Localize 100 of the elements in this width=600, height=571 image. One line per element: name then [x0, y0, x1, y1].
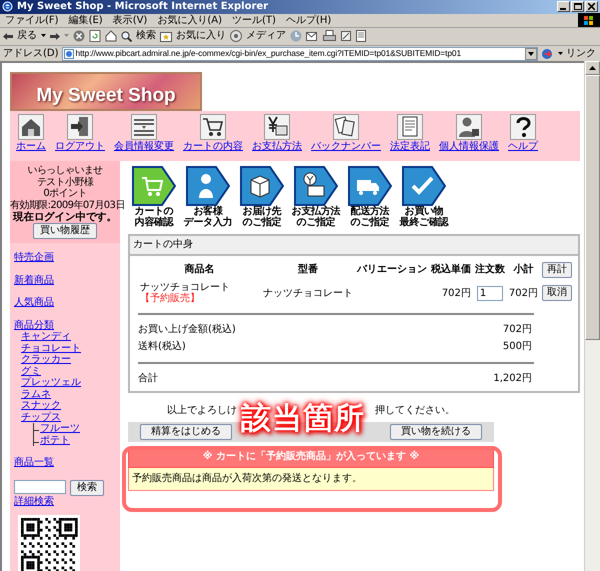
nav-link[interactable]: 会員情報変更 [114, 141, 174, 153]
scroll-up-button[interactable] [585, 61, 600, 76]
scroll-thumb[interactable] [585, 75, 600, 340]
address-field[interactable]: http://www.pibcart.admiral.ne.jp/e-commex/cgi-bin/ex_purchase_item.cgi?ITEMID=tp01&SUBITEMID=tp01 [62, 46, 538, 60]
cart-icon[interactable] [200, 114, 226, 140]
minimize-button[interactable] [557, 1, 570, 12]
mail-icon[interactable] [306, 30, 319, 42]
column-header: 小計 [512, 262, 534, 278]
menu-item[interactable]: ファイル(F) [0, 14, 64, 26]
nav-link[interactable]: お支払方法 [252, 141, 302, 153]
category-link[interactable]: プレッツェル [21, 377, 81, 388]
subtotal: 702円 [508, 288, 538, 299]
product-model: ナッツチョコレート [262, 288, 353, 299]
step-label: お買い物 [404, 206, 444, 218]
person-lock-icon[interactable] [456, 114, 482, 140]
step-label: のご指定 [350, 217, 390, 228]
search-toolbar-button[interactable]: 検索 [121, 30, 156, 42]
yen-card-icon[interactable] [264, 114, 290, 140]
continue-shopping-button[interactable]: 買い物を続ける [390, 424, 482, 440]
search-icon [121, 30, 132, 42]
member-card-icon[interactable] [131, 114, 157, 140]
stop-icon[interactable] [73, 30, 85, 42]
maximize-icon [574, 3, 582, 10]
category-link[interactable]: 商品分類 [14, 320, 54, 331]
back-button[interactable]: 戻る [3, 30, 37, 42]
nav-link[interactable]: ホーム [16, 141, 46, 153]
browser-icon [2, 1, 13, 12]
category-link[interactable]: 人気商品 [14, 297, 54, 308]
nav-link[interactable]: カートの内容 [183, 141, 243, 153]
instruction-text: 押してください。 [375, 405, 455, 417]
go-icon[interactable] [541, 48, 555, 60]
search-button[interactable]: 検索 [70, 480, 104, 496]
column-header: 注文数 [474, 262, 506, 278]
refresh-icon[interactable] [89, 30, 101, 42]
caret-icon[interactable] [41, 34, 46, 38]
forward-arrow-icon[interactable] [50, 32, 60, 41]
category-link[interactable]: 新着商品 [14, 274, 54, 286]
close-icon [588, 3, 595, 10]
category-link[interactable]: グミ [21, 366, 41, 377]
question-mark-icon[interactable] [510, 114, 536, 140]
nav-link[interactable]: ログアウト [55, 141, 105, 153]
nav-link[interactable]: バックナンバー [311, 141, 381, 153]
category-link[interactable]: チョコレート [21, 342, 81, 354]
menu-item[interactable]: ヘルプ(H) [280, 14, 336, 26]
category-link[interactable]: スナック [21, 400, 61, 412]
menu-item[interactable]: ツール(T) [227, 14, 281, 26]
category-link[interactable]: ポテト [40, 434, 70, 446]
menu-item[interactable]: 表示(V) [108, 14, 152, 26]
maximize-button[interactable] [571, 1, 584, 12]
links-label[interactable]: リンク [566, 48, 600, 60]
left-arrow-icon [3, 32, 13, 41]
total-value: 1,202円 [493, 372, 532, 384]
step-label: お支払方法 [292, 206, 340, 218]
welcome-text: 0ポイント [42, 188, 88, 200]
dropdown-button[interactable] [525, 48, 537, 60]
edit-icon[interactable] [340, 30, 352, 42]
unit-price: 702円 [442, 288, 471, 299]
step-label: カートの [134, 206, 174, 218]
nav-link[interactable]: 法定表記 [390, 141, 430, 153]
flag-logo-icon [578, 13, 600, 28]
quantity-input[interactable]: 1 [476, 286, 503, 301]
category-link[interactable]: キャンディ [21, 331, 71, 342]
step-label: データ入力 [184, 217, 232, 228]
media-button[interactable]: メディア [230, 30, 286, 42]
category-link[interactable]: ラムネ [21, 388, 51, 400]
checkout-button[interactable]: 精算をはじめる [140, 424, 232, 440]
column-header: バリエーション [356, 263, 428, 278]
print-icon[interactable] [323, 30, 336, 42]
history-button[interactable]: 買い物履歴 [33, 223, 97, 240]
document-icon[interactable] [356, 30, 366, 42]
close-button[interactable] [585, 1, 598, 12]
summary-value: 500円 [502, 341, 532, 353]
advanced-search-link[interactable]: 詳細検索 [14, 496, 54, 508]
notice-text: 予約販売商品は商品が入荷次第の発送となります。 [128, 468, 494, 491]
caret-icon[interactable] [558, 52, 563, 56]
login-status: 現在ログイン中です。 [12, 211, 118, 224]
category-link[interactable]: 商品一覧 [14, 457, 54, 468]
category-link[interactable]: 特売企画 [14, 252, 54, 264]
preorder-tag: 【予約販売】 [140, 293, 200, 305]
cancel-button[interactable]: 取消 [542, 285, 572, 302]
step-label: 内容確認 [134, 217, 174, 228]
up-arrow-icon [589, 66, 596, 70]
favorites-button[interactable]: お気に入り [160, 30, 226, 42]
category-link[interactable]: フルーツ [40, 423, 80, 434]
category-link[interactable]: チップス [21, 412, 61, 423]
menu-item[interactable]: 編集(E) [64, 14, 108, 26]
recalculate-button[interactable]: 再計 [542, 262, 572, 278]
document-icon[interactable] [397, 114, 423, 140]
nav-link[interactable]: 個人情報保護 [439, 141, 499, 153]
menu-item[interactable]: お気に入り(A) [152, 14, 227, 26]
step-label: お届け先 [242, 206, 282, 218]
nav-link[interactable]: ヘルプ [508, 141, 538, 153]
disc-icon [230, 30, 242, 42]
house-icon[interactable] [18, 114, 44, 140]
scrollbar[interactable] [584, 61, 600, 571]
product-name: ナッツチョコレート [140, 282, 230, 293]
category-link[interactable]: クラッカー [21, 354, 71, 366]
search-input[interactable] [14, 480, 66, 494]
home-icon[interactable] [105, 30, 117, 42]
magazine-icon[interactable] [333, 114, 359, 140]
